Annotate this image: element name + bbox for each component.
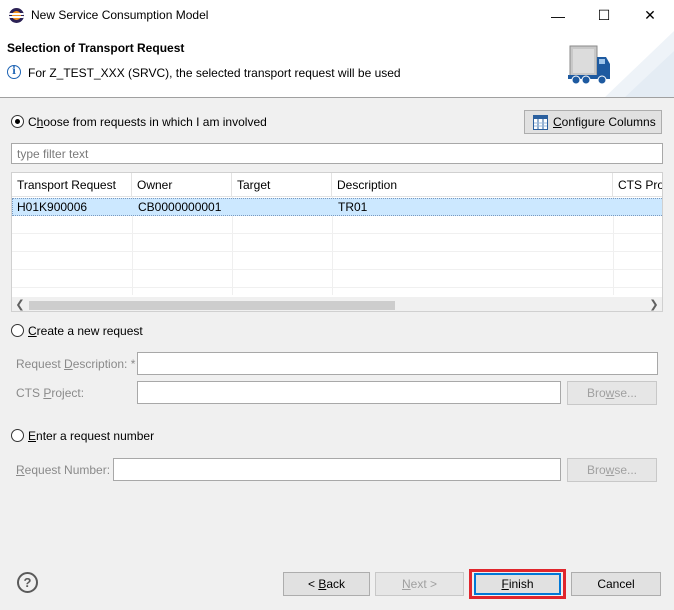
wizard-header: Selection of Transport Request i For Z_T…: [0, 31, 674, 98]
request-number-label: Request Number:: [16, 463, 111, 477]
request-description-label: Request Description: *: [16, 357, 136, 371]
cell-description: TR01: [338, 200, 368, 214]
transport-truck-icon: [568, 31, 674, 97]
table-row: [12, 252, 662, 270]
table-row: [12, 270, 662, 288]
column-header-transport-request[interactable]: Transport Request: [12, 173, 132, 197]
minimize-button[interactable]: —: [535, 0, 581, 31]
request-number-input[interactable]: [113, 458, 561, 481]
maximize-button[interactable]: ☐: [581, 0, 627, 31]
column-header-owner[interactable]: Owner: [132, 173, 232, 197]
page-title: Selection of Transport Request: [7, 41, 185, 55]
back-button[interactable]: < Back: [283, 572, 370, 596]
involved-requests-label[interactable]: Choose from requests in which I am invol…: [28, 115, 267, 129]
create-new-request-radio[interactable]: [11, 324, 24, 337]
next-button[interactable]: Next >: [375, 572, 464, 596]
create-new-request-label[interactable]: Create a new request: [28, 324, 143, 338]
enter-request-number-radio[interactable]: [11, 429, 24, 442]
window-title: New Service Consumption Model: [31, 8, 209, 22]
scroll-right-icon[interactable]: ❯: [646, 297, 662, 311]
column-header-target[interactable]: Target: [232, 173, 332, 197]
request-description-input[interactable]: [137, 352, 658, 375]
columns-icon: [533, 115, 548, 130]
close-button[interactable]: ✕: [627, 0, 673, 31]
cell-transport-request: H01K900006: [17, 200, 88, 214]
eclipse-app-icon: [9, 8, 24, 23]
table-row: [12, 234, 662, 252]
title-bar: New Service Consumption Model — ☐ ✕: [0, 0, 674, 31]
cancel-button[interactable]: Cancel: [571, 572, 661, 596]
column-header-cts-project[interactable]: CTS Project: [613, 173, 662, 197]
transport-request-table[interactable]: Transport Request Owner Target Descripti…: [11, 172, 663, 312]
cell-cts-project: [614, 199, 662, 216]
configure-columns-button[interactable]: Configure Columns: [524, 110, 662, 134]
enter-request-number-label[interactable]: Enter a request number: [28, 429, 154, 443]
column-header-description[interactable]: Description: [332, 173, 613, 197]
filter-input[interactable]: type filter text: [11, 143, 663, 164]
table-row[interactable]: H01K900006 CB0000000001 TR01: [12, 198, 662, 216]
browse-cts-project-button[interactable]: Browse...: [567, 381, 657, 405]
cell-target: [233, 199, 333, 216]
cts-project-input[interactable]: [137, 381, 561, 404]
browse-request-number-button[interactable]: Browse...: [567, 458, 657, 482]
finish-button[interactable]: Finish: [474, 573, 561, 595]
header-message: For Z_TEST_XXX (SRVC), the selected tran…: [28, 66, 401, 80]
help-icon[interactable]: ?: [17, 572, 38, 593]
scroll-left-icon[interactable]: ❮: [12, 297, 28, 311]
involved-requests-radio[interactable]: [11, 115, 24, 128]
table-row: [12, 216, 662, 234]
scrollbar-thumb[interactable]: [29, 301, 395, 310]
info-icon: i: [7, 65, 21, 79]
horizontal-scrollbar[interactable]: ❮ ❯: [12, 297, 662, 311]
cts-project-label: CTS Project:: [16, 386, 85, 400]
cell-owner: CB0000000001: [138, 200, 222, 214]
